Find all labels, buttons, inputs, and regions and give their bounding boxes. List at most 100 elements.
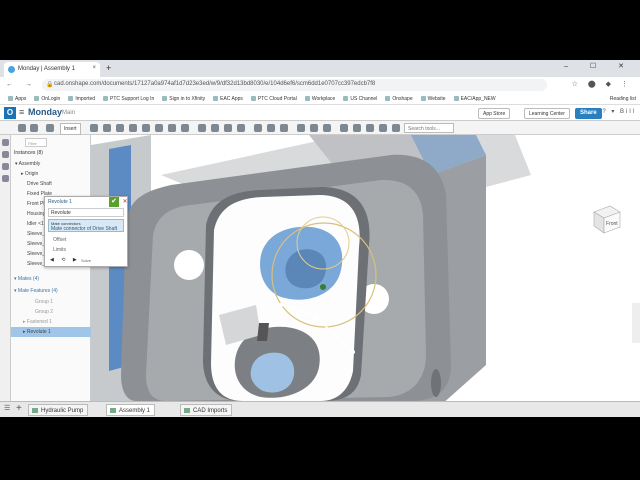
onshape-top-bar: O ≡ Monday Main App Store Learning Cente… <box>0 105 640 121</box>
tab-part-studio[interactable]: Hydraulic Pump <box>28 404 89 416</box>
pump-housing-model[interactable] <box>91 135 640 401</box>
ball-mate-icon[interactable] <box>168 124 176 132</box>
url-text: cad.onshape.com/documents/17127a0a974af1… <box>54 81 376 87</box>
tree-item[interactable]: ▾ Assembly <box>11 159 91 169</box>
mate-connectors-field[interactable]: Mate connectors Mate connector of Drive … <box>48 219 124 232</box>
graphics-area[interactable] <box>91 135 640 401</box>
limits-checkbox[interactable]: Limits <box>53 247 66 253</box>
width-mate-icon[interactable] <box>211 124 219 132</box>
bookmark-item[interactable]: Imported <box>68 96 95 102</box>
document-name[interactable]: Monday <box>28 107 62 117</box>
bookmarks-bar: Apps OnLogin Imported PTC Support Log In Sig… <box>0 93 640 105</box>
bookmark-item[interactable]: EAC/App_NEW <box>454 96 496 102</box>
left-rail <box>0 135 11 401</box>
accept-button[interactable]: ✔ <box>109 197 119 207</box>
new-tab-button[interactable]: + <box>106 63 111 73</box>
right-rail <box>632 303 640 343</box>
tangent-mate-icon[interactable] <box>198 124 206 132</box>
tree-item[interactable]: Drive Shaft <box>11 179 91 189</box>
share-button[interactable]: Share <box>575 108 602 119</box>
url-field[interactable]: 🔒 cad.onshape.com/documents/17127a0a974a… <box>42 79 547 91</box>
measure-icon[interactable] <box>366 124 374 132</box>
tree-item-selected[interactable]: ▸ Revolute 1 <box>11 327 91 337</box>
undo-icon[interactable] <box>18 124 26 132</box>
insert-button[interactable]: Insert <box>60 123 81 135</box>
group-icon[interactable] <box>224 124 232 132</box>
linear-pattern-icon[interactable] <box>297 124 305 132</box>
rack-pinion-icon[interactable] <box>267 124 275 132</box>
browser-tab[interactable]: Monday | Assembly 1 × <box>4 62 100 77</box>
fastened-mate-icon[interactable] <box>90 124 98 132</box>
dialog-title: Revolute 1 <box>48 199 72 205</box>
slider-mate-icon[interactable] <box>116 124 124 132</box>
circular-pattern-icon[interactable] <box>310 124 318 132</box>
display-states-icon[interactable] <box>379 124 387 132</box>
bookmark-item[interactable]: US Channel <box>343 96 377 102</box>
assembly-toolbar: Insert Search tools... <box>0 121 640 135</box>
planar-mate-icon[interactable] <box>129 124 137 132</box>
pin-slot-mate-icon[interactable] <box>155 124 163 132</box>
parallel-mate-icon[interactable] <box>181 124 189 132</box>
tab-assembly[interactable]: Assembly 1 <box>106 404 156 416</box>
gear-relation-icon[interactable] <box>254 124 262 132</box>
bookmark-item[interactable]: Apps <box>8 96 26 102</box>
mates-section-header[interactable]: ▾ Mates (4) <box>11 274 91 284</box>
redo-icon[interactable] <box>30 124 38 132</box>
window-controls[interactable]: – ☐ ✕ <box>564 62 634 70</box>
address-bar-row: ← → ⟳ 🔒 cad.onshape.com/documents/17127a… <box>0 77 640 93</box>
bookmark-item[interactable]: OnLogin <box>34 96 60 102</box>
replicate-icon[interactable] <box>323 124 331 132</box>
bookmark-item[interactable]: EAC Apps <box>213 96 243 102</box>
app-store-button[interactable]: App Store <box>478 108 511 119</box>
bookmark-item[interactable]: Website <box>421 96 446 102</box>
close-tab-icon[interactable]: × <box>92 65 96 71</box>
cancel-button[interactable]: ✕ <box>121 197 129 207</box>
bookmark-item[interactable]: Onshape <box>385 96 412 102</box>
revolute-mate-icon[interactable] <box>103 124 111 132</box>
bookmark-item[interactable]: PTC Cloud Portal <box>251 96 297 102</box>
mate-connector-value: Mate connector of Drive Shaft <box>51 226 118 232</box>
search-tools-input[interactable]: Search tools... <box>404 123 454 133</box>
mate-type-select[interactable]: Revolute <box>48 208 124 217</box>
view-options-icon[interactable] <box>392 124 400 132</box>
cylindrical-mate-icon[interactable] <box>142 124 150 132</box>
mate-features-header[interactable]: ▾ Mate Features (4) <box>11 286 91 296</box>
tab-cad-imports[interactable]: CAD Imports <box>180 404 233 416</box>
bookmark-item[interactable]: Workplace <box>305 96 336 102</box>
extension-icons[interactable]: ☆ ⬤ ◆ ⋮ <box>572 80 632 88</box>
filter-icon[interactable] <box>2 139 9 146</box>
bookmark-item[interactable]: PTC Support Log In <box>103 96 154 102</box>
mate-connector-icon[interactable] <box>237 124 245 132</box>
mates-icon[interactable] <box>2 163 9 170</box>
view-cube-face-label: Front <box>606 221 618 227</box>
view-cube[interactable]: Front <box>590 202 624 236</box>
tree-item[interactable]: ▸ Fastened 1 <box>11 317 91 327</box>
offset-checkbox[interactable]: Offset <box>53 237 66 243</box>
insert-icon[interactable] <box>46 124 54 132</box>
tree-item[interactable]: ▸ Origin <box>11 169 91 179</box>
tab-list-icon[interactable]: ☰ <box>4 404 10 412</box>
user-menu[interactable]: ? ▾ Bill <box>602 108 636 115</box>
onshape-logo[interactable]: O <box>4 107 16 119</box>
add-tab-button[interactable]: + <box>16 403 22 414</box>
learning-center-button[interactable]: Learning Center <box>524 108 570 119</box>
reading-list[interactable]: Reading list <box>610 96 636 102</box>
solve-label: Solve <box>81 258 92 263</box>
instances-header: Instances (8) <box>14 150 43 156</box>
workspace-name[interactable]: Main <box>62 110 75 116</box>
onshape-favicon-icon <box>8 66 15 73</box>
tab-title: Monday | Assembly 1 <box>18 66 75 72</box>
list-icon[interactable] <box>2 151 9 158</box>
menu-icon[interactable]: ≡ <box>19 107 24 117</box>
tree-item[interactable]: Group 2 <box>11 307 91 317</box>
tree-item[interactable]: Group 1 <box>11 297 91 307</box>
tab-manager-bar: ☰ + Hydraulic Pump Assembly 1 CAD Import… <box>0 401 640 417</box>
bookmark-item[interactable]: Sign in to Xfinity <box>162 96 205 102</box>
hand-icon[interactable] <box>2 175 9 182</box>
explode-view-icon[interactable] <box>340 124 348 132</box>
section-view-icon[interactable] <box>353 124 361 132</box>
instance-list-panel: Instances (8) Filter ▾ Assembly ▸ Origin… <box>11 135 91 401</box>
screw-relation-icon[interactable] <box>280 124 288 132</box>
filter-input[interactable]: Filter <box>25 138 47 147</box>
solve-controls[interactable]: ◀ ⟲ ▶ <box>50 257 80 263</box>
